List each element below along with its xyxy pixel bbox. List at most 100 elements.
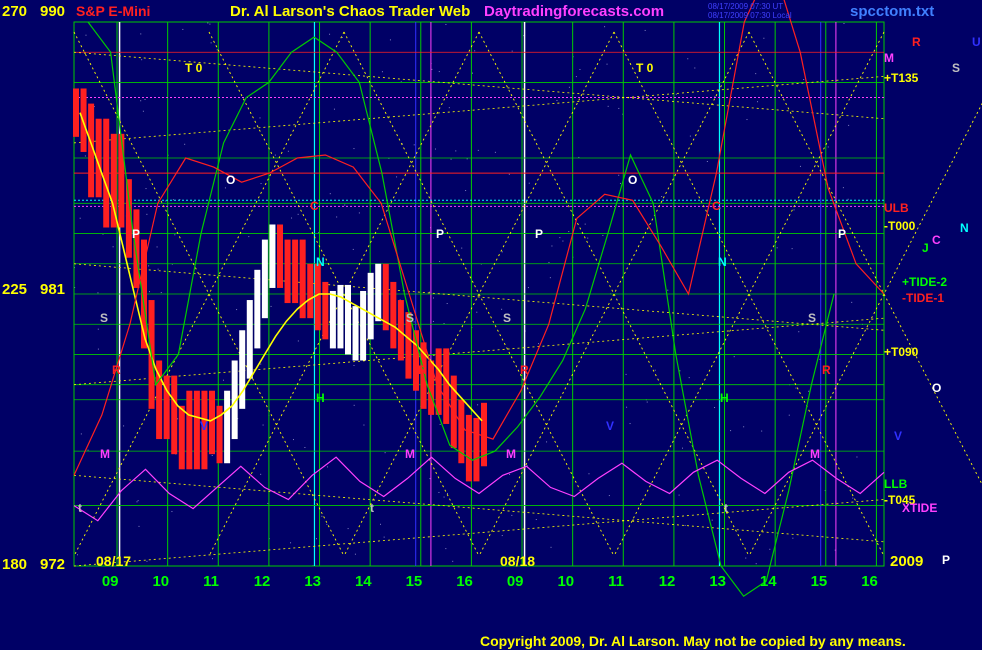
price-bar — [443, 348, 450, 424]
chart-marker: R — [418, 363, 427, 377]
price-bar — [171, 375, 178, 455]
star-dot — [315, 538, 317, 540]
price-bar — [178, 405, 185, 470]
star-dot — [160, 292, 162, 294]
star-dot — [148, 265, 150, 267]
chart-marker: V — [606, 419, 614, 433]
x-tick-label: 15 — [406, 573, 423, 590]
page-title: Dr. Al Larson's Chaos Trader Web — [230, 3, 470, 20]
chart-marker: N — [718, 255, 727, 269]
star-dot — [207, 22, 209, 24]
star-dot — [212, 558, 214, 560]
star-dot — [224, 187, 226, 189]
x-tick-label: 13 — [709, 573, 726, 590]
chaos-trader-chart: T 0T 0O OP P P PN NS S S SR R R RM M M Mt t tC CH HV V 270 … — [0, 0, 982, 650]
x-tick-label: 10 — [152, 573, 169, 590]
star-dot — [438, 71, 440, 73]
chart-marker: M — [506, 447, 516, 461]
star-dot — [216, 49, 218, 51]
star-dot — [448, 107, 450, 109]
chart-marker: M — [405, 447, 415, 461]
chart-marker: S — [808, 311, 816, 325]
star-dot — [509, 473, 511, 475]
star-dot — [471, 72, 473, 74]
right-label: -TIDE-1 — [902, 291, 944, 305]
star-dot — [193, 201, 195, 203]
star-dot — [432, 320, 434, 322]
star-dot — [267, 502, 269, 504]
chart-marker: R — [520, 363, 529, 377]
star-dot — [172, 199, 174, 201]
star-dot — [494, 151, 496, 153]
star-dot — [333, 108, 335, 110]
star-dot — [856, 456, 858, 458]
right-label: C — [932, 233, 941, 247]
star-dot — [675, 93, 677, 95]
star-dot — [551, 245, 553, 247]
star-dot — [329, 33, 331, 35]
star-dot — [465, 190, 467, 192]
star-dot — [353, 148, 355, 150]
price-bar — [360, 290, 367, 361]
right-label: +T090 — [884, 345, 919, 359]
star-dot — [138, 525, 140, 527]
star-dot — [466, 158, 468, 160]
star-dot — [84, 155, 86, 157]
star-dot — [619, 182, 621, 184]
star-dot — [761, 430, 763, 432]
star-dot — [538, 343, 540, 345]
star-dot — [678, 494, 680, 496]
star-dot — [618, 107, 620, 109]
price-bar — [239, 330, 246, 409]
star-dot — [380, 523, 381, 525]
left-axis-bot-a: 180 — [2, 556, 27, 573]
star-dot — [329, 193, 331, 195]
star-dot — [270, 305, 272, 307]
price-bar — [375, 263, 382, 322]
x-tick-label: 14 — [760, 573, 777, 590]
star-dot — [123, 425, 125, 427]
star-dot — [446, 492, 448, 494]
price-bar — [246, 300, 253, 379]
site-label: Daytradingforecasts.com — [484, 3, 664, 20]
star-dot — [262, 424, 264, 426]
price-bar — [118, 133, 125, 228]
star-dot — [291, 217, 293, 219]
x-tick-label: 16 — [861, 573, 878, 590]
star-dot — [604, 26, 606, 28]
star-dot — [842, 187, 844, 189]
star-dot — [290, 542, 292, 544]
price-bar — [284, 239, 291, 304]
x-tick-label: 11 — [203, 573, 219, 590]
x-tick-label: 11 — [608, 573, 624, 590]
right-label: O — [932, 381, 941, 395]
price-bar — [307, 263, 314, 319]
star-dot — [452, 560, 454, 562]
star-dot — [644, 29, 646, 31]
star-dot — [803, 79, 805, 81]
star-dot — [546, 441, 548, 443]
price-bar — [193, 390, 200, 470]
star-dot — [389, 39, 391, 41]
star-dot — [140, 100, 142, 102]
chart-marker: R — [112, 363, 121, 377]
chart-marker: P — [132, 227, 140, 241]
right-label: P — [942, 553, 950, 567]
star-dot — [851, 301, 853, 303]
star-dot — [527, 287, 529, 289]
star-dot — [287, 150, 289, 152]
star-dot — [439, 423, 441, 425]
star-dot — [429, 478, 431, 480]
star-dot — [688, 377, 690, 379]
star-dot — [602, 234, 604, 236]
date-label-2: 08/18 — [500, 553, 535, 569]
star-dot — [714, 407, 716, 409]
star-dot — [236, 309, 238, 311]
star-dot — [248, 236, 250, 238]
star-dot — [827, 146, 829, 148]
price-bar — [73, 88, 79, 137]
star-dot — [292, 439, 294, 441]
star-dot — [730, 430, 732, 432]
chart-marker: O — [628, 173, 637, 187]
star-dot — [848, 124, 850, 126]
